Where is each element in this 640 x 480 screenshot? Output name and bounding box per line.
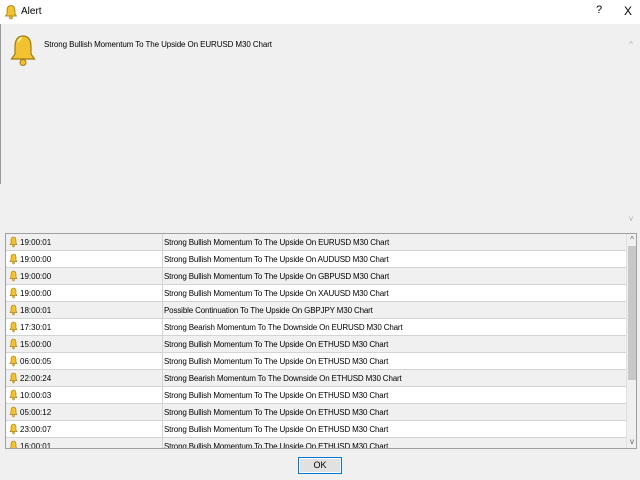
table-row[interactable]: 19:00:01 Strong Bullish Momentum To The U… bbox=[6, 234, 626, 251]
table-row[interactable]: 17:30:01 Strong Bearish Momentum To The D… bbox=[6, 319, 626, 336]
table-row[interactable]: 19:00:00 Strong Bullish Momentum To The U… bbox=[6, 285, 626, 302]
message-panel: Strong Bullish Momentum To The Upside On… bbox=[4, 26, 636, 230]
alert-time: 22:00:24 bbox=[20, 374, 52, 383]
column-divider bbox=[162, 234, 163, 251]
column-divider bbox=[162, 387, 163, 404]
list-scroll-thumb[interactable] bbox=[628, 246, 636, 380]
close-button[interactable]: X bbox=[620, 4, 636, 20]
table-row[interactable]: 19:00:00 Strong Bullish Momentum To The U… bbox=[6, 268, 626, 285]
bell-icon bbox=[9, 321, 18, 333]
table-row[interactable]: 22:00:24 Strong Bearish Momentum To The D… bbox=[6, 370, 626, 387]
table-row[interactable]: 06:00:05 Strong Bullish Momentum To The U… bbox=[6, 353, 626, 370]
message-scroll-up-arrow[interactable]: ^ bbox=[626, 40, 636, 50]
table-row[interactable]: 23:00:07 Strong Bullish Momentum To The U… bbox=[6, 421, 626, 438]
bell-icon bbox=[9, 406, 18, 418]
bell-icon bbox=[4, 5, 18, 20]
alert-row-message: Possible Continuation To The Upside On G… bbox=[164, 306, 373, 315]
bell-icon bbox=[9, 338, 18, 350]
help-button[interactable]: ? bbox=[592, 4, 606, 20]
bell-icon bbox=[9, 440, 18, 448]
alert-time: 17:30:01 bbox=[20, 323, 52, 332]
alert-time: 19:00:00 bbox=[20, 289, 52, 298]
table-row[interactable]: 15:00:00 Strong Bullish Momentum To The U… bbox=[6, 336, 626, 353]
bell-icon bbox=[9, 253, 18, 265]
column-divider bbox=[162, 302, 163, 319]
bell-icon bbox=[10, 35, 36, 66]
bell-icon bbox=[9, 270, 18, 282]
alert-time: 10:00:03 bbox=[20, 391, 52, 400]
table-row[interactable]: 05:00:12 Strong Bullish Momentum To The U… bbox=[6, 404, 626, 421]
bell-icon bbox=[9, 287, 18, 299]
alert-row-message: Strong Bullish Momentum To The Upside On… bbox=[164, 357, 389, 366]
alert-row-message: Strong Bullish Momentum To The Upside On… bbox=[164, 289, 389, 298]
column-divider bbox=[162, 268, 163, 285]
alert-history-list[interactable]: 16:00:01 Strong Bullish Momentum To The U… bbox=[5, 233, 637, 449]
alert-time: 16:00:01 bbox=[20, 442, 52, 449]
bell-icon bbox=[9, 355, 18, 367]
title-bar: Alert ? X bbox=[0, 0, 640, 24]
column-divider bbox=[162, 336, 163, 353]
alert-row-message: Strong Bullish Momentum To The Upside On… bbox=[164, 272, 390, 281]
column-divider bbox=[162, 285, 163, 302]
bell-icon bbox=[9, 236, 18, 248]
table-row[interactable]: 16:00:01 Strong Bullish Momentum To The U… bbox=[6, 438, 626, 449]
table-row[interactable]: 10:00:03 Strong Bullish Momentum To The U… bbox=[6, 387, 626, 404]
column-divider bbox=[162, 421, 163, 438]
alert-row-message: Strong Bullish Momentum To The Upside On… bbox=[164, 425, 389, 434]
alert-row-message: Strong Bullish Momentum To The Upside On… bbox=[164, 238, 390, 247]
alert-message: Strong Bullish Momentum To The Upside On… bbox=[44, 40, 272, 49]
alert-time: 06:00:05 bbox=[20, 357, 52, 366]
alert-time: 15:00:00 bbox=[20, 340, 52, 349]
alert-time: 19:00:01 bbox=[20, 238, 52, 247]
bell-icon bbox=[9, 389, 18, 401]
message-scroll-down-arrow[interactable]: v bbox=[626, 214, 636, 224]
list-scroll-up-arrow[interactable]: ^ bbox=[627, 235, 636, 245]
ok-button[interactable]: OK bbox=[298, 457, 342, 474]
table-row[interactable]: 19:00:00 Strong Bullish Momentum To The U… bbox=[6, 251, 626, 268]
bell-icon bbox=[9, 372, 18, 384]
alert-time: 19:00:00 bbox=[20, 255, 52, 264]
alert-row-message: Strong Bullish Momentum To The Upside On… bbox=[164, 442, 389, 449]
column-divider bbox=[162, 319, 163, 336]
alert-time: 18:00:01 bbox=[20, 306, 52, 315]
alert-row-message: Strong Bullish Momentum To The Upside On… bbox=[164, 391, 389, 400]
column-divider bbox=[162, 353, 163, 370]
column-divider bbox=[162, 404, 163, 421]
bell-icon bbox=[9, 423, 18, 435]
alert-row-message: Strong Bearish Momentum To The Downside … bbox=[164, 374, 402, 383]
window-edge bbox=[0, 24, 2, 184]
list-scroll-down-arrow[interactable]: v bbox=[627, 437, 636, 447]
alert-row-message: Strong Bullish Momentum To The Upside On… bbox=[164, 255, 389, 264]
alert-row-message: Strong Bullish Momentum To The Upside On… bbox=[164, 340, 389, 349]
list-scrollbar[interactable]: ^ v bbox=[626, 234, 636, 448]
alert-time: 19:00:00 bbox=[20, 272, 52, 281]
bell-icon bbox=[9, 304, 18, 316]
alert-row-message: Strong Bearish Momentum To The Downside … bbox=[164, 323, 403, 332]
column-divider bbox=[162, 370, 163, 387]
column-divider bbox=[162, 438, 163, 448]
table-row[interactable]: 18:00:01 Possible Continuation To The Ups… bbox=[6, 302, 626, 319]
alert-row-message: Strong Bullish Momentum To The Upside On… bbox=[164, 408, 389, 417]
column-divider bbox=[162, 251, 163, 268]
alert-time: 23:00:07 bbox=[20, 425, 52, 434]
window-title: Alert bbox=[21, 6, 42, 17]
alert-time: 05:00:12 bbox=[20, 408, 52, 417]
